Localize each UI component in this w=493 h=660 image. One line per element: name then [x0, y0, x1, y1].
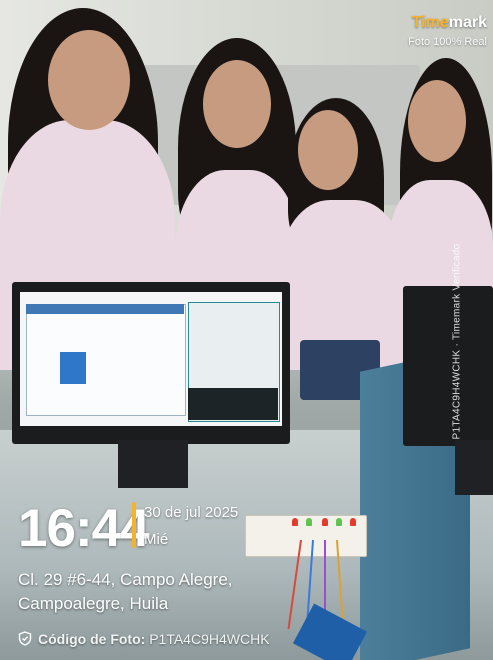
timemark-watermark: Timemark Foto 100% Real [408, 14, 487, 48]
stamp-date: 30 de jul 2025 [144, 504, 239, 521]
person-2-face [203, 60, 271, 148]
led-red-3 [350, 518, 356, 526]
monitor-right [403, 286, 493, 446]
photo: Timemark Foto 100% Real P1TA4C9H4WCHK · … [0, 0, 493, 660]
shield-check-icon [18, 631, 32, 646]
arduino-board-on-screen [60, 352, 86, 384]
side-verification-code: P1TA4C9H4WCHK · Timemark Verificado [451, 243, 463, 440]
led-red-1 [292, 518, 298, 526]
photo-code-value: P1TA4C9H4WCHK [149, 631, 270, 647]
stamp-address-line1: Cl. 29 #6-44, Campo Alegre, [18, 570, 233, 589]
stamp-weekday: Mié [144, 531, 169, 548]
monitor-main-screen [20, 292, 282, 426]
simulator-toolbar [26, 304, 184, 314]
monitor-right-stand [455, 440, 493, 495]
person-1-face [48, 30, 130, 130]
brand-suffix: mark [448, 14, 487, 31]
stamp-address-line2: Campoalegre, Huila [18, 594, 169, 613]
ide-console [188, 388, 278, 420]
brand-prefix: Time [411, 14, 449, 31]
stamp-separator [132, 502, 136, 548]
timemark-logo: Timemark [408, 14, 487, 32]
person-4-face [408, 80, 466, 162]
photo-code-label: Código de Foto: [38, 631, 146, 647]
led-red-2 [322, 518, 328, 526]
led-green-2 [336, 518, 342, 526]
led-green-1 [306, 518, 312, 526]
person-3-face [298, 110, 358, 190]
brand-subtitle: Foto 100% Real [408, 36, 487, 48]
stamp-photo-code: Código de Foto: P1TA4C9H4WCHK [18, 631, 270, 647]
simulator-window [26, 304, 186, 416]
monitor-main-stand [118, 440, 188, 488]
stamp-time: 16:44 [18, 499, 150, 558]
